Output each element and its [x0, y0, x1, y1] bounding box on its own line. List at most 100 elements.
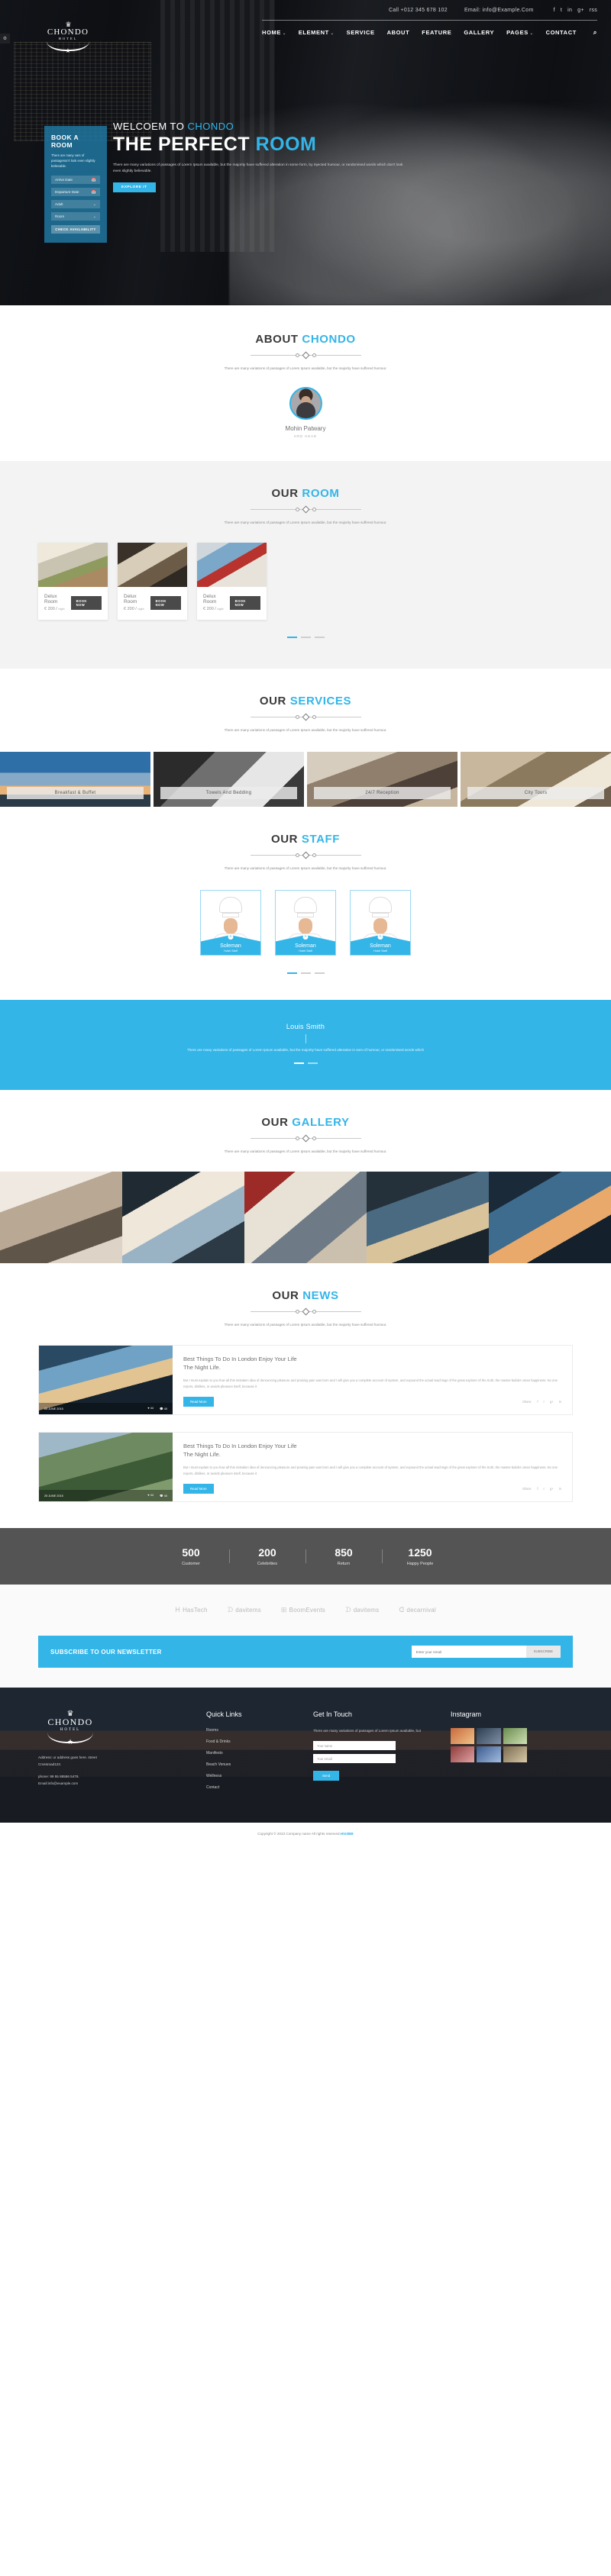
footer-email-input[interactable]: Your email: [313, 1754, 396, 1763]
carousel-dot-active[interactable]: [286, 637, 297, 638]
nav-item-service[interactable]: SERVICE: [347, 29, 375, 36]
staff-card[interactable]: + Soleman Hotel Staff: [275, 890, 336, 956]
plus-icon[interactable]: +: [302, 934, 309, 940]
staff-card[interactable]: + Soleman Hotel Staff: [350, 890, 411, 956]
comments-count: 💬 40: [159, 1407, 167, 1411]
gallery-item[interactable]: [122, 1172, 244, 1263]
instagram-thumb[interactable]: [503, 1728, 527, 1744]
explore-button[interactable]: EXPLORE IT: [113, 182, 156, 192]
news-item[interactable]: 25 JUNE 2015 ♥ 44 💬 40 Best Things To Do…: [38, 1432, 573, 1502]
brand-logo-boomevents[interactable]: ⊞ BoomEvents: [281, 1606, 325, 1614]
newsletter-email-input[interactable]: [411, 1646, 526, 1658]
gallery-item[interactable]: [367, 1172, 489, 1263]
arrive-date-field[interactable]: Arrive Date 📅: [51, 176, 100, 184]
room-card[interactable]: Delux Room € 200 / night BOOK NOW: [197, 543, 267, 620]
footer-instagram-column: Instagram: [451, 1710, 573, 1797]
footer-name-input[interactable]: Your name: [313, 1741, 396, 1750]
footer-send-button[interactable]: Send: [313, 1771, 340, 1781]
read-more-button[interactable]: Read More: [183, 1484, 214, 1494]
footer-link-rooms[interactable]: Rooms: [206, 1728, 298, 1733]
carousel-dot[interactable]: [314, 637, 325, 638]
departure-date-field[interactable]: Departure Date 📅: [51, 188, 100, 196]
sidebar-toggle-icon[interactable]: ⚙: [0, 34, 10, 44]
room-select[interactable]: Room ⌄: [51, 212, 100, 221]
check-availability-button[interactable]: CHECK AVAILABILITY: [51, 225, 100, 234]
news-date: 25 JUNE 2015: [44, 1494, 63, 1498]
service-card-city-tours[interactable]: City Tours: [461, 752, 611, 807]
room-card[interactable]: Delux Room € 200 / night BOOK NOW: [118, 543, 187, 620]
news-title-line1: Best Things To Do In London Enjoy Your L…: [183, 1443, 297, 1449]
nav-item-about[interactable]: ABOUT: [387, 29, 410, 36]
chevron-down-icon: ⌄: [92, 214, 96, 219]
staff-card[interactable]: + Soleman Hotel Staff: [200, 890, 261, 956]
divider-dot-right: [312, 1309, 316, 1314]
carousel-dot-active[interactable]: [286, 972, 297, 974]
facebook-icon[interactable]: f: [537, 1487, 538, 1491]
carousel-dot-active[interactable]: [293, 1062, 304, 1064]
heading-divider: [250, 505, 361, 513]
rss-icon[interactable]: rss: [590, 8, 597, 13]
site-logo[interactable]: ♛ CHONDO HOTEL ★: [38, 21, 98, 54]
divider-dot-left: [295, 507, 299, 511]
googleplus-icon[interactable]: g+: [577, 8, 584, 13]
adult-select[interactable]: Adult ⌄: [51, 200, 100, 208]
instagram-thumb[interactable]: [477, 1746, 501, 1762]
footer-logo[interactable]: ♛ CHONDO HOTEL ★: [38, 1710, 102, 1746]
search-icon[interactable]: ⌕: [593, 29, 597, 37]
footer-link-manifesto[interactable]: Manifesto: [206, 1751, 298, 1755]
book-now-button[interactable]: BOOK NOW: [150, 595, 181, 610]
facebook-icon[interactable]: f: [537, 1400, 538, 1404]
instagram-thumb[interactable]: [477, 1728, 501, 1744]
service-card-towels[interactable]: Towels And Bedding: [154, 752, 304, 807]
footer-link-beach-venues[interactable]: Beach Venues: [206, 1762, 298, 1767]
nav-item-feature[interactable]: FEATURE: [422, 29, 451, 36]
rss-icon[interactable]: r: [544, 1400, 545, 1404]
counter-number: 200: [258, 1546, 276, 1559]
linkedin-icon[interactable]: in: [567, 8, 572, 13]
twitter-icon[interactable]: t: [561, 8, 562, 13]
gallery-item[interactable]: [489, 1172, 611, 1263]
linkedin-icon[interactable]: in: [559, 1487, 561, 1491]
room-card[interactable]: Delux Room € 200 / night BOOK NOW: [38, 543, 108, 620]
gallery-item[interactable]: [244, 1172, 367, 1263]
carousel-dot[interactable]: [300, 972, 311, 974]
footer-link-wellness[interactable]: Wellness: [206, 1774, 298, 1778]
carousel-dot[interactable]: [314, 972, 325, 974]
nav-item-contact[interactable]: CONTACT: [546, 29, 577, 36]
service-card-breakfast[interactable]: Breakfast & Buffet: [0, 752, 150, 807]
book-now-button[interactable]: BOOK NOW: [70, 595, 102, 610]
rss-icon[interactable]: r: [544, 1487, 545, 1491]
staff-heading: OUR STAFF There are many variations of p…: [38, 833, 573, 872]
brand-logo-decarnival[interactable]: ᗡ decarnival: [399, 1606, 436, 1614]
nav-item-element[interactable]: ELEMENT ⌄: [299, 29, 335, 36]
news-title-line1: Best Things To Do In London Enjoy Your L…: [183, 1356, 297, 1362]
subscribe-button[interactable]: SUBSCRIBE: [525, 1646, 561, 1658]
news-subtitle: There are many variations of passages of…: [224, 1323, 387, 1327]
nav-item-gallery[interactable]: GALLERY: [464, 29, 494, 36]
news-item[interactable]: 25 JUNE 2015 ♥ 44 💬 40 Best Things To Do…: [38, 1345, 573, 1415]
brand-logo-davitems-1[interactable]: ᗪ davitems: [228, 1606, 261, 1614]
footer-link-contact[interactable]: Contact: [206, 1785, 298, 1790]
instagram-thumb[interactable]: [451, 1728, 475, 1744]
instagram-thumb[interactable]: [503, 1746, 527, 1762]
hero-title: THE PERFECT ROOM: [113, 133, 495, 156]
nav-item-pages[interactable]: PAGES ⌄: [506, 29, 534, 36]
carousel-dot[interactable]: [300, 637, 311, 638]
linkedin-icon[interactable]: in: [559, 1400, 561, 1404]
googleplus-icon[interactable]: g+: [550, 1400, 554, 1404]
facebook-icon[interactable]: f: [554, 8, 555, 13]
gallery-item[interactable]: [0, 1172, 122, 1263]
brand-logo-hastech[interactable]: ᕼ HasTech: [175, 1606, 208, 1614]
book-now-button[interactable]: BOOK NOW: [229, 595, 260, 610]
read-more-button[interactable]: Read More: [183, 1397, 214, 1407]
carousel-dot[interactable]: [307, 1062, 318, 1064]
brand-logo-davitems-2[interactable]: ᗪ davitems: [345, 1606, 379, 1614]
instagram-thumb[interactable]: [451, 1746, 475, 1762]
footer-link-food-drinks[interactable]: Food & Drinks: [206, 1739, 298, 1744]
plus-icon[interactable]: +: [377, 934, 383, 940]
plus-icon[interactable]: +: [228, 934, 234, 940]
googleplus-icon[interactable]: g+: [550, 1487, 554, 1491]
nav-item-home[interactable]: HOME ⌄: [262, 29, 286, 36]
copyright-link[interactable]: HtmlBB: [341, 1832, 354, 1836]
service-card-reception[interactable]: 24/7 Reception: [307, 752, 457, 807]
